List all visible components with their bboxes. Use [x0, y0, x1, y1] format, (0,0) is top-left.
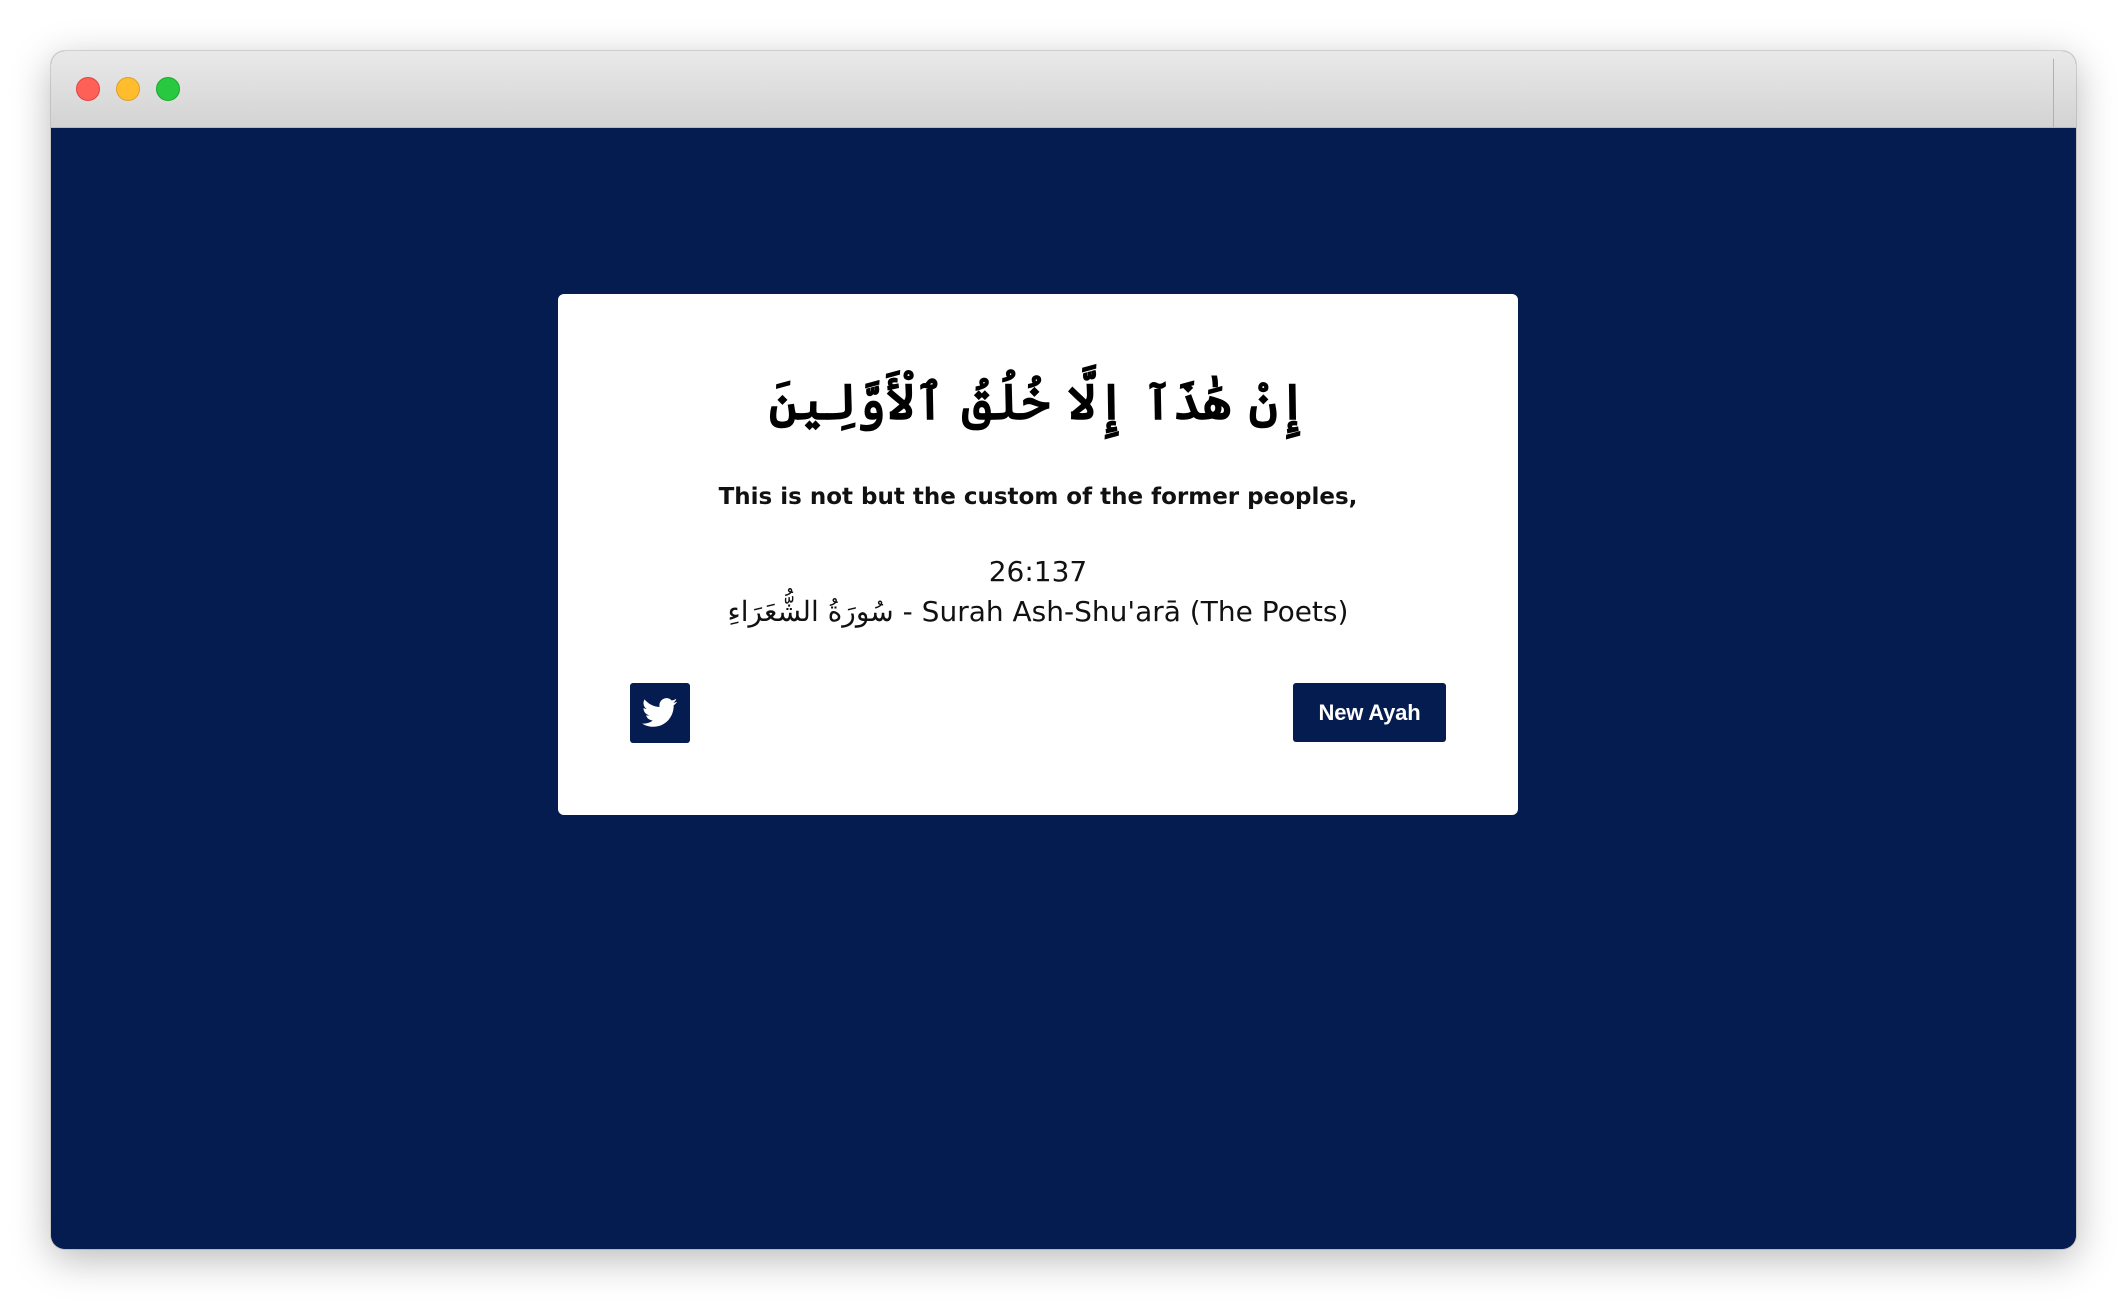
ayah-arabic-text: إِنْ هَٰذَآ إِلَّا خُلُقُ ٱلْأَوَّلِينَ: [768, 372, 1308, 431]
window-titlebar: [51, 51, 2076, 128]
page-content: إِنْ هَٰذَآ إِلَّا خُلُقُ ٱلْأَوَّلِينَ …: [51, 128, 2076, 1249]
maximize-window-button[interactable]: [156, 77, 180, 101]
surah-name-english: Surah Ash-Shu'arā (The Poets): [921, 595, 1349, 628]
surah-name-line: سُورَةُ الشُّعَرَاءِ - Surah Ash-Shu'arā…: [558, 592, 1518, 632]
surah-name-separator: -: [893, 595, 922, 628]
ayah-reference: 26:137: [988, 555, 1088, 588]
tweet-button[interactable]: [630, 683, 690, 743]
quote-card: إِنْ هَٰذَآ إِلَّا خُلُقُ ٱلْأَوَّلِينَ …: [558, 294, 1518, 815]
new-ayah-button[interactable]: New Ayah: [1293, 683, 1446, 742]
titlebar-divider: [2053, 59, 2054, 127]
ayah-translation: This is not but the custom of the former…: [718, 484, 1358, 510]
close-window-button[interactable]: [76, 77, 100, 101]
minimize-window-button[interactable]: [116, 77, 140, 101]
browser-window: إِنْ هَٰذَآ إِلَّا خُلُقُ ٱلْأَوَّلِينَ …: [51, 51, 2076, 1249]
surah-name-arabic: سُورَةُ الشُّعَرَاءِ: [727, 595, 894, 628]
twitter-icon: [642, 698, 678, 727]
